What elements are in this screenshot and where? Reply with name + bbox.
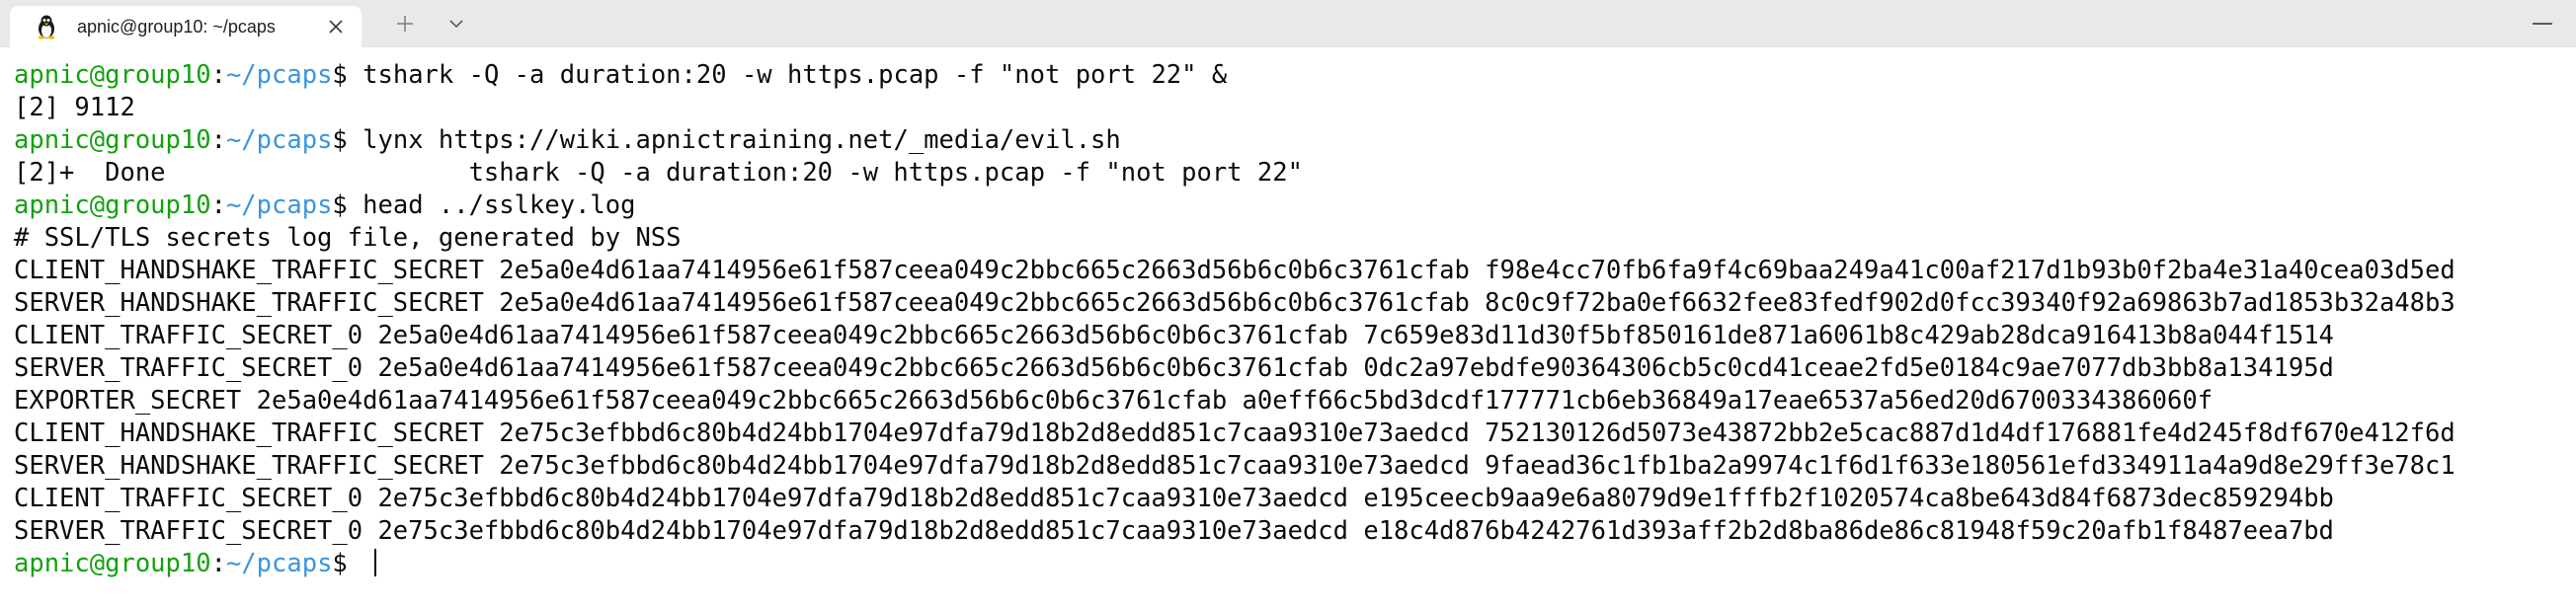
output-line: SERVER_TRAFFIC_SECRET_0 2e75c3efbbd6c80b… xyxy=(14,515,2455,548)
linux-penguin-icon xyxy=(34,14,59,39)
text-cursor xyxy=(374,549,377,576)
output-line: SERVER_HANDSHAKE_TRAFFIC_SECRET 2e75c3ef… xyxy=(14,450,2455,483)
output-text: SERVER_TRAFFIC_SECRET_0 2e5a0e4d61aa7414… xyxy=(14,353,2334,383)
prompt-dollar: $ xyxy=(332,549,363,578)
output-text: SERVER_HANDSHAKE_TRAFFIC_SECRET 2e75c3ef… xyxy=(14,451,2455,481)
output-line: EXPORTER_SECRET 2e5a0e4d61aa7414956e61f5… xyxy=(14,385,2455,418)
output-text: [2] 9112 xyxy=(14,93,135,122)
output-line: CLIENT_TRAFFIC_SECRET_0 2e75c3efbbd6c80b… xyxy=(14,483,2455,515)
chevron-down-icon[interactable] xyxy=(443,10,470,38)
output-line: CLIENT_HANDSHAKE_TRAFFIC_SECRET 2e5a0e4d… xyxy=(14,255,2455,287)
tab-bar: apnic@group10: ~/pcaps xyxy=(0,0,2576,47)
output-line: [2]+ Done tshark -Q -a duration:20 -w ht… xyxy=(14,157,2455,190)
terminal-window: apnic@group10: ~/pcaps apnic@group10:~/p… xyxy=(0,0,2576,608)
prompt-dollar: $ xyxy=(332,60,363,90)
output-line: SERVER_TRAFFIC_SECRET_0 2e5a0e4d61aa7414… xyxy=(14,352,2455,385)
output-line: CLIENT_TRAFFIC_SECRET_0 2e5a0e4d61aa7414… xyxy=(14,320,2455,352)
output-text: SERVER_TRAFFIC_SECRET_0 2e75c3efbbd6c80b… xyxy=(14,516,2334,546)
prompt-line: apnic@group10:~/pcaps$ lynx https://wiki… xyxy=(14,124,2455,157)
terminal-output[interactable]: apnic@group10:~/pcaps$ tshark -Q -a dura… xyxy=(0,47,2576,608)
output-text: [2]+ Done tshark -Q -a duration:20 -w ht… xyxy=(14,158,1303,188)
output-text: CLIENT_HANDSHAKE_TRAFFIC_SECRET 2e5a0e4d… xyxy=(14,256,2455,285)
prompt-path: ~/pcaps xyxy=(225,190,333,220)
output-text: CLIENT_TRAFFIC_SECRET_0 2e75c3efbbd6c80b… xyxy=(14,484,2334,513)
output-line: SERVER_HANDSHAKE_TRAFFIC_SECRET 2e5a0e4d… xyxy=(14,287,2455,320)
prompt-user: apnic@group10 xyxy=(14,60,211,90)
prompt-user: apnic@group10 xyxy=(14,125,211,155)
prompt-dollar: $ xyxy=(332,125,363,155)
new-tab-plus-icon[interactable] xyxy=(391,10,419,38)
prompt-user: apnic@group10 xyxy=(14,190,211,220)
prompt-path: ~/pcaps xyxy=(225,549,333,578)
prompt-separator: : xyxy=(210,549,226,578)
output-line: [2] 9112 xyxy=(14,92,2455,124)
prompt-path: ~/pcaps xyxy=(225,125,333,155)
prompt-separator: : xyxy=(210,190,226,220)
prompt-separator: : xyxy=(210,125,226,155)
command-text: lynx https://wiki.apnictraining.net/_med… xyxy=(362,125,1121,155)
prompt-path: ~/pcaps xyxy=(225,60,333,90)
tab-title: apnic@group10: ~/pcaps xyxy=(77,16,276,37)
output-text: CLIENT_HANDSHAKE_TRAFFIC_SECRET 2e75c3ef… xyxy=(14,418,2455,448)
prompt-line: apnic@group10:~/pcaps$ xyxy=(14,548,2455,580)
command-text: head ../sslkey.log xyxy=(362,190,636,220)
prompt-user: apnic@group10 xyxy=(14,549,211,578)
prompt-dollar: $ xyxy=(332,190,363,220)
prompt-separator: : xyxy=(210,60,226,90)
output-line: # SSL/TLS secrets log file, generated by… xyxy=(14,222,2455,255)
minimize-icon[interactable] xyxy=(2523,10,2562,38)
terminal-lines: apnic@group10:~/pcaps$ tshark -Q -a dura… xyxy=(14,59,2455,580)
tab-active-terminal[interactable]: apnic@group10: ~/pcaps xyxy=(10,6,362,47)
prompt-line: apnic@group10:~/pcaps$ tshark -Q -a dura… xyxy=(14,59,2455,92)
output-text: # SSL/TLS secrets log file, generated by… xyxy=(14,223,682,253)
prompt-line: apnic@group10:~/pcaps$ head ../sslkey.lo… xyxy=(14,190,2455,222)
tab-close-icon[interactable] xyxy=(324,15,348,38)
output-text: EXPORTER_SECRET 2e5a0e4d61aa7414956e61f5… xyxy=(14,386,2214,416)
output-text: CLIENT_TRAFFIC_SECRET_0 2e5a0e4d61aa7414… xyxy=(14,321,2334,350)
output-text: SERVER_HANDSHAKE_TRAFFIC_SECRET 2e5a0e4d… xyxy=(14,288,2455,318)
output-line: CLIENT_HANDSHAKE_TRAFFIC_SECRET 2e75c3ef… xyxy=(14,418,2455,450)
command-text: tshark -Q -a duration:20 -w https.pcap -… xyxy=(362,60,1228,90)
